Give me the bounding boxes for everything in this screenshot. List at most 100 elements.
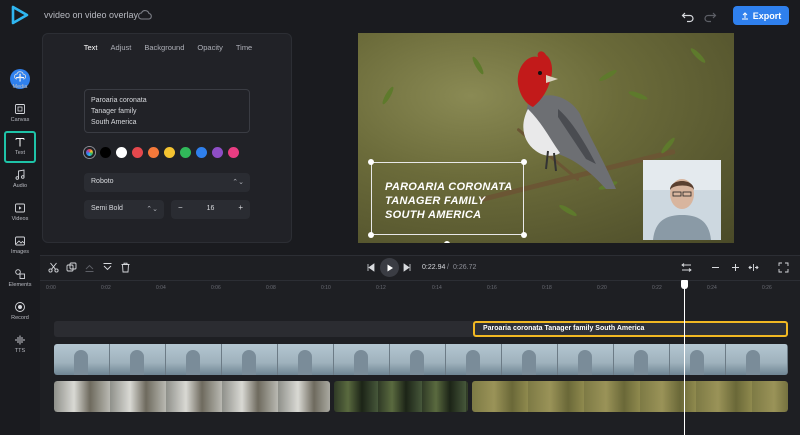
total-time: 0:26.72 [453,264,477,271]
sidebar-item-label: TTS [14,348,26,354]
sidebar-item-videos[interactable]: Videos [2,199,38,229]
text-line: South America [91,119,137,126]
color-swatch-pink[interactable] [228,147,239,158]
zoom-in-icon[interactable] [730,262,741,273]
ruler-label: 0:16 [487,285,497,291]
video-track-person[interactable] [54,344,788,375]
color-swatch-yellow[interactable] [164,147,175,158]
play-button[interactable] [380,258,399,277]
picture-in-picture-video[interactable] [643,160,721,240]
ruler-label: 0:12 [376,285,386,291]
ruler-label: 0:24 [707,285,717,291]
text-content-input[interactable]: Paroaria coronata Tanager family South A… [84,89,250,133]
upload-icon [741,11,748,19]
video-thumbnail [558,344,614,375]
canvas-icon [15,104,25,114]
tab-background[interactable]: Background [144,43,184,52]
zoom-out-icon[interactable] [710,262,721,273]
tab-opacity[interactable]: Opacity [197,43,222,52]
top-bar: vvideo on video overlay Export [0,0,800,32]
color-swatch-purple[interactable] [212,147,223,158]
video-thumbnail [110,344,166,375]
record-icon [15,302,25,312]
color-swatch-green[interactable] [180,147,191,158]
project-title[interactable]: vvideo on video overlay [44,10,138,20]
fit-timeline-icon[interactable] [681,262,692,273]
resize-handle[interactable] [368,232,374,238]
sidebar-item-media[interactable]: Media [2,67,38,97]
color-swatch-orange[interactable] [148,147,159,158]
tab-adjust[interactable]: Adjust [111,43,132,52]
resize-handle[interactable] [521,232,527,238]
sidebar-item-label: Text [14,150,26,156]
video-preview[interactable]: PAROARIA CORONATA TANAGER FAMILY SOUTH A… [358,33,734,243]
color-swatch-white[interactable] [116,147,127,158]
playhead-handle[interactable] [681,280,688,289]
sidebar-item-canvas[interactable]: Canvas [2,100,38,130]
color-swatches [84,147,239,158]
sidebar-item-images[interactable]: Images [2,232,38,262]
color-swatch-black[interactable] [100,147,111,158]
scissors-icon[interactable] [48,262,59,273]
video-clip-cardinal[interactable] [472,381,788,412]
resize-handle[interactable] [521,159,527,165]
color-picker-icon[interactable] [84,147,95,158]
playhead[interactable] [684,280,685,435]
video-thumbnail [390,344,446,375]
expand-horizontal-icon[interactable] [748,262,759,273]
sidebar-item-tts[interactable]: TTS [2,331,38,361]
sidebar-item-label: Elements [8,282,32,288]
skip-back-icon[interactable] [365,262,376,273]
ruler-label: 0:02 [101,285,111,291]
sidebar-item-elements[interactable]: Elements [2,265,38,295]
chevron-updown-icon: ⌃⌄ [232,179,244,186]
rotate-handle[interactable] [444,241,450,243]
video-thumbnail [446,344,502,375]
sidebar-item-label: Audio [12,183,28,189]
overlay-text[interactable]: PAROARIA CORONATA TANAGER FAMILY SOUTH A… [385,180,513,222]
sidebar-item-record[interactable]: Record [2,298,38,328]
font-weight-select[interactable]: Semi Bold ⌃⌄ [84,200,164,219]
trash-icon[interactable] [120,262,131,273]
ruler-label: 0:18 [542,285,552,291]
text-line: Tanager family [91,108,137,115]
color-swatch-blue[interactable] [196,147,207,158]
ruler-label: 0:22 [652,285,662,291]
skip-forward-icon[interactable] [402,262,413,273]
font-family-value: Roboto [91,178,114,185]
current-time: 0:22.94 [422,264,446,271]
chevron-updown-icon: ⌃⌄ [146,206,158,213]
ruler-label: 0:26 [762,285,772,291]
overlay-text-line: TANAGER FAMILY [385,195,486,207]
increase-size-button[interactable]: + [238,203,243,212]
undo-icon[interactable] [681,9,695,23]
video-icon [15,203,25,213]
color-swatch-red[interactable] [132,147,143,158]
tab-time[interactable]: Time [236,43,252,52]
text-clip[interactable]: Paroaria coronata Tanager family South A… [473,321,788,337]
video-clip-crows[interactable] [334,381,468,412]
layer-down-icon[interactable] [102,262,113,273]
logo-icon[interactable] [10,5,30,25]
video-thumbnail [54,344,110,375]
time-separator: / [447,264,449,271]
music-note-icon [15,169,25,180]
tab-text[interactable]: Text [84,43,98,52]
sidebar-item-audio[interactable]: Audio [2,166,38,196]
export-button[interactable]: Export [733,6,789,25]
font-family-select[interactable]: Roboto ⌃⌄ [84,173,250,192]
fullscreen-icon[interactable] [778,262,789,273]
cloud-upload-icon [14,71,26,81]
text-properties-panel: Text Adjust Background Opacity Time Paro… [42,33,292,243]
ruler-label: 0:06 [211,285,221,291]
video-thumbnail [670,344,726,375]
layer-up-icon[interactable] [84,262,95,273]
overlay-text-line: PAROARIA CORONATA [385,181,513,193]
duplicate-icon[interactable] [66,262,77,273]
sidebar-item-text[interactable]: Text [4,131,36,163]
redo-icon[interactable] [703,9,717,23]
resize-handle[interactable] [368,159,374,165]
video-clip-hawk[interactable] [54,381,330,412]
ruler-label: 0:20 [597,285,607,291]
image-icon [15,236,25,246]
